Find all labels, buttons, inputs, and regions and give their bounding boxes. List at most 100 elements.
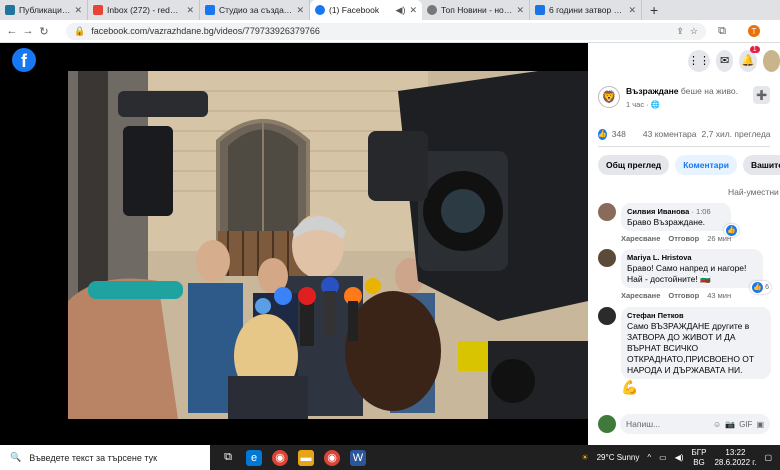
close-icon[interactable]: ✕ (409, 5, 417, 16)
comment-text-line: НАРОДА И ДЪРЖАВАТА НИ. (627, 365, 743, 375)
emoji-icon[interactable]: ☺ (713, 420, 721, 429)
gmail-icon (93, 5, 103, 15)
reply-button[interactable]: Отговор (668, 234, 699, 243)
like-icon: 👍 (726, 225, 738, 236)
comment-composer: Напиш... ☺ 📷 GIF ▣ (588, 413, 780, 435)
tab-facebook[interactable]: (1) Facebook ◀) ✕ (310, 0, 422, 20)
comment-text-line: ЗАТВОРА ДО ЖИВОТ И ДА (627, 332, 736, 342)
taskbar-apps: ⧉ e ◉ ▬ ◉ W (220, 449, 366, 466)
close-icon[interactable]: ✕ (296, 5, 304, 16)
post-header: 🦁 Възраждане беше на живо. 1 час · 🌐 ➕ (588, 78, 780, 126)
view-count: 2,7 хил. прегледа (701, 129, 771, 139)
commenter-avatar[interactable] (598, 307, 616, 325)
tab-creator-studio[interactable]: Студио за създатели ✕ (200, 0, 310, 20)
share-icon[interactable]: ⇪ (676, 26, 684, 37)
like-button[interactable]: Харесване (621, 291, 660, 300)
address-bar: ← → ↻ 🔒 facebook.com/vazrazhdane.bg/vide… (0, 20, 780, 43)
new-tab-button[interactable]: + (642, 0, 666, 20)
comment-time[interactable]: 43 мин (707, 291, 731, 300)
account-avatar[interactable] (762, 49, 780, 72)
like-button[interactable]: Харесване (621, 234, 660, 243)
like-count[interactable]: 348 (612, 129, 626, 139)
panel-tabs: Общ преглед Коментари Вашите (588, 151, 780, 179)
facebook-logo[interactable]: f (12, 48, 36, 72)
tab-inbox[interactable]: Inbox (272) - redaktor ✕ (88, 0, 200, 20)
star-icon[interactable]: ☆ (690, 26, 698, 37)
comment-actions: Харесване Отговор 26 мин (621, 234, 731, 243)
tab-news-article[interactable]: 6 години затвор за П ✕ (530, 0, 642, 20)
sun-icon: ☀ (581, 453, 589, 462)
comment-text-line: Браво! Само напред и нагоре! (627, 263, 747, 273)
file-explorer-icon[interactable]: ▬ (298, 449, 314, 466)
edge-icon[interactable]: e (246, 449, 262, 466)
notification-center-icon[interactable]: ▢ (764, 453, 772, 462)
comment-item: Силвия Иванова · 1:06 Браво Възраждане. … (588, 203, 740, 243)
network-icon[interactable]: ▭ (659, 453, 667, 462)
reaction-badge[interactable]: 👍 6 (750, 281, 771, 294)
tab-comments[interactable]: Коментари (675, 155, 737, 175)
comment-actions: Харесване Отговор 43 мин (621, 291, 763, 300)
speaker-icon[interactable]: ◀) (396, 5, 406, 16)
reaction-badge[interactable]: 👍 (724, 224, 740, 237)
chrome-icon[interactable]: ◉ (272, 449, 288, 466)
close-icon[interactable]: ✕ (74, 5, 82, 16)
back-icon[interactable]: ← (4, 25, 20, 37)
word-icon[interactable]: W (350, 449, 366, 466)
tab-publications[interactable]: Публикации ‹ Под Те ✕ (0, 0, 88, 20)
close-icon[interactable]: ✕ (186, 5, 194, 16)
studio-icon (205, 5, 215, 15)
comment-item: Стефан Петков Само ВЪЗРАЖДАНЕ другите в … (588, 307, 771, 396)
tab-overview[interactable]: Общ преглед (598, 155, 670, 175)
post-side-panel: ⋮⋮ ✉ 🔔 1 🦁 Възраждане беше на живо. 1 час… (588, 43, 780, 445)
save-icon[interactable]: ➕ (753, 86, 770, 104)
page-name[interactable]: Възраждане (626, 86, 679, 96)
tab-top-news[interactable]: Топ Новини - новин ✕ (422, 0, 530, 20)
messenger-icon[interactable]: ✉ (716, 49, 734, 72)
commenter-name[interactable]: Стефан Петков (627, 310, 765, 321)
close-icon[interactable]: ✕ (628, 5, 636, 16)
globe-icon: 🌐 (650, 100, 661, 109)
post-time[interactable]: 1 час · (626, 100, 651, 109)
volume-icon[interactable]: ◀) (675, 453, 684, 462)
commenter-name[interactable]: Mariya L. Hristova (627, 252, 757, 263)
gif-icon[interactable]: GIF (739, 420, 752, 429)
sort-selector[interactable]: Най-уместни (588, 179, 780, 197)
language-indicator[interactable]: БГР BG (692, 448, 707, 468)
reload-icon[interactable]: ↻ (36, 25, 52, 38)
facebook-icon (315, 5, 325, 15)
sticker-icon[interactable]: ▣ (756, 420, 764, 429)
reply-button[interactable]: Отговор (668, 291, 699, 300)
commenter-name[interactable]: Силвия Иванова (627, 207, 689, 216)
url-field[interactable]: 🔒 facebook.com/vazrazhdane.bg/videos/779… (66, 22, 706, 40)
clock[interactable]: 13:22 28.6.2022 г. (714, 448, 756, 468)
bell-icon[interactable]: 🔔 1 (739, 45, 760, 72)
page-avatar[interactable]: 🦁 (598, 86, 620, 108)
weather-widget[interactable]: 29°C Sunny (597, 453, 640, 462)
menu-grid-icon[interactable]: ⋮⋮ (688, 49, 710, 72)
comment-text-line: ОТКРАДНАТО,ПРИСВОЕНО ОТ (627, 354, 755, 364)
extensions-icon[interactable]: ⧉ (714, 25, 730, 38)
task-view-icon[interactable]: ⧉ (220, 450, 236, 466)
camera-icon[interactable]: 📷 (725, 420, 735, 429)
comment-text-line: Най - достойните! 🇧🇬 (627, 274, 711, 284)
taskbar-search[interactable]: 🔍 Въведете текст за търсене тук (0, 445, 210, 470)
comment-item: Mariya L. Hristova Браво! Само напред и … (588, 249, 771, 300)
browser-tab-bar: Публикации ‹ Под Те ✕ Inbox (272) - reda… (0, 0, 780, 20)
comment-count[interactable]: 43 коментара (643, 129, 697, 139)
close-icon[interactable]: ✕ (516, 5, 524, 16)
chevron-up-icon[interactable]: ^ (647, 453, 651, 462)
system-tray: ☀ 29°C Sunny ^ ▭ ◀) БГР BG 13:22 28.6.20… (581, 448, 780, 468)
commenter-avatar[interactable] (598, 203, 616, 221)
tab-yours[interactable]: Вашите (742, 155, 780, 175)
chrome-icon[interactable]: ◉ (324, 449, 340, 466)
video-frame (68, 71, 588, 419)
profile-avatar[interactable]: T (748, 25, 760, 37)
comment-input[interactable]: Напиш... ☺ 📷 GIF ▣ (620, 414, 770, 434)
comment-bubble: Силвия Иванова · 1:06 Браво Възраждане. … (621, 203, 740, 237)
commenter-avatar[interactable] (598, 249, 616, 267)
video-player[interactable]: f (0, 43, 588, 445)
video-still-image (68, 71, 588, 419)
my-avatar[interactable] (598, 415, 616, 433)
globe-icon (427, 5, 437, 15)
forward-icon[interactable]: → (20, 25, 36, 37)
